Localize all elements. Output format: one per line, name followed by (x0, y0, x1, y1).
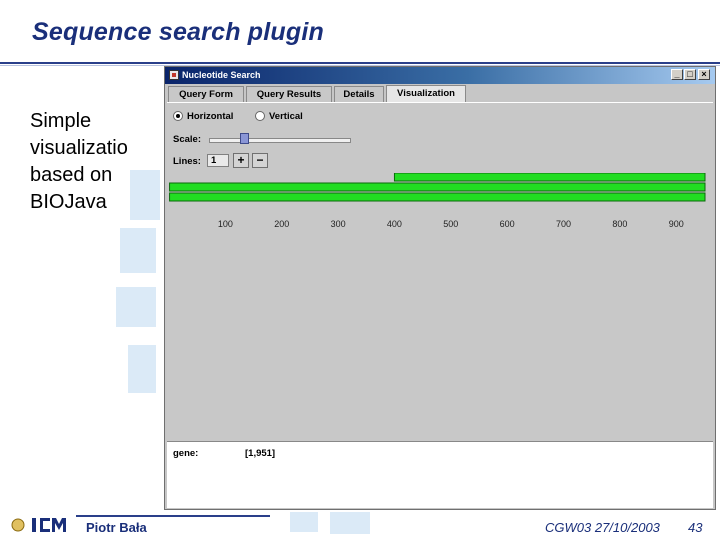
window-titlebar[interactable]: Nucleotide Search _ □ × (165, 67, 715, 84)
tab-visualization[interactable]: Visualization (386, 85, 466, 103)
gene-label: gene: (173, 448, 199, 459)
axis-tick-label: 800 (612, 219, 628, 229)
watermark-left-3 (116, 287, 156, 327)
footer-event: CGW03 27/10/2003 (545, 520, 660, 535)
slide-bullet-text: Simple visualizatio based on BIOJava (30, 108, 160, 216)
lines-input[interactable]: 1 (207, 154, 229, 167)
footer-author: Piotr Bała (86, 520, 147, 535)
icm-logo (11, 518, 66, 532)
sequence-track[interactable] (169, 192, 706, 202)
watermark-left-4 (128, 345, 156, 393)
sequence-track[interactable] (169, 182, 706, 192)
page-number: 43 (688, 520, 703, 535)
axis-tick-label: 500 (443, 219, 459, 229)
horizontal-radio[interactable]: Horizontal (173, 111, 233, 122)
nucleotide-search-window: Nucleotide Search _ □ × Query Form Query… (164, 66, 716, 510)
slide-title: Sequence search plugin (32, 18, 324, 46)
remove-line-button[interactable]: − (252, 153, 268, 168)
bullet-line: visualizatio (30, 137, 128, 159)
radio-unselected-icon (255, 111, 265, 122)
scale-slider-track[interactable] (209, 138, 351, 143)
gene-info-box: gene: [1,951] (167, 441, 713, 508)
visualization-panel: Horizontal Vertical Scale: Lines: 1 + − … (167, 102, 713, 508)
watermark-bottom-2 (330, 512, 370, 534)
sequence-track[interactable] (393, 173, 706, 182)
axis-tick-label: 400 (386, 219, 402, 229)
watermark-bottom-1 (290, 512, 318, 532)
axis-tick-label: 300 (330, 219, 346, 229)
tab-query-form[interactable]: Query Form (168, 86, 244, 102)
axis-tick-label: 100 (217, 219, 233, 229)
scale-label: Scale: (173, 134, 201, 145)
scale-slider-thumb[interactable] (240, 133, 249, 144)
axis-tick-label: 700 (556, 219, 572, 229)
position-axis: 100 200 300 400 500 600 700 800 900 (167, 219, 713, 233)
horizontal-label: Horizontal (187, 111, 234, 122)
bullet-line: Simple (30, 110, 92, 132)
title-divider (0, 62, 720, 64)
minimize-button[interactable]: _ (671, 69, 683, 80)
radio-selected-icon (173, 111, 183, 122)
app-icon (169, 70, 179, 80)
add-line-button[interactable]: + (233, 153, 249, 168)
watermark-left-2 (120, 228, 156, 273)
bullet-line: based on (30, 164, 113, 186)
tab-details[interactable]: Details (334, 86, 384, 102)
axis-tick-label: 200 (274, 219, 290, 229)
axis-tick-label: 900 (668, 219, 684, 229)
tab-query-results[interactable]: Query Results (246, 86, 332, 102)
axis-tick-label: 600 (499, 219, 515, 229)
close-button[interactable]: × (698, 69, 710, 80)
footer-divider (76, 515, 270, 517)
bullet-line: BIOJava (30, 191, 107, 213)
vertical-radio[interactable]: Vertical (255, 111, 303, 122)
window-title: Nucleotide Search (182, 70, 261, 80)
vertical-label: Vertical (269, 111, 303, 122)
maximize-button[interactable]: □ (684, 69, 696, 80)
sequence-track-area (169, 173, 706, 202)
gene-range-value: [1,951] (245, 448, 276, 459)
lines-label: Lines: (173, 156, 201, 167)
